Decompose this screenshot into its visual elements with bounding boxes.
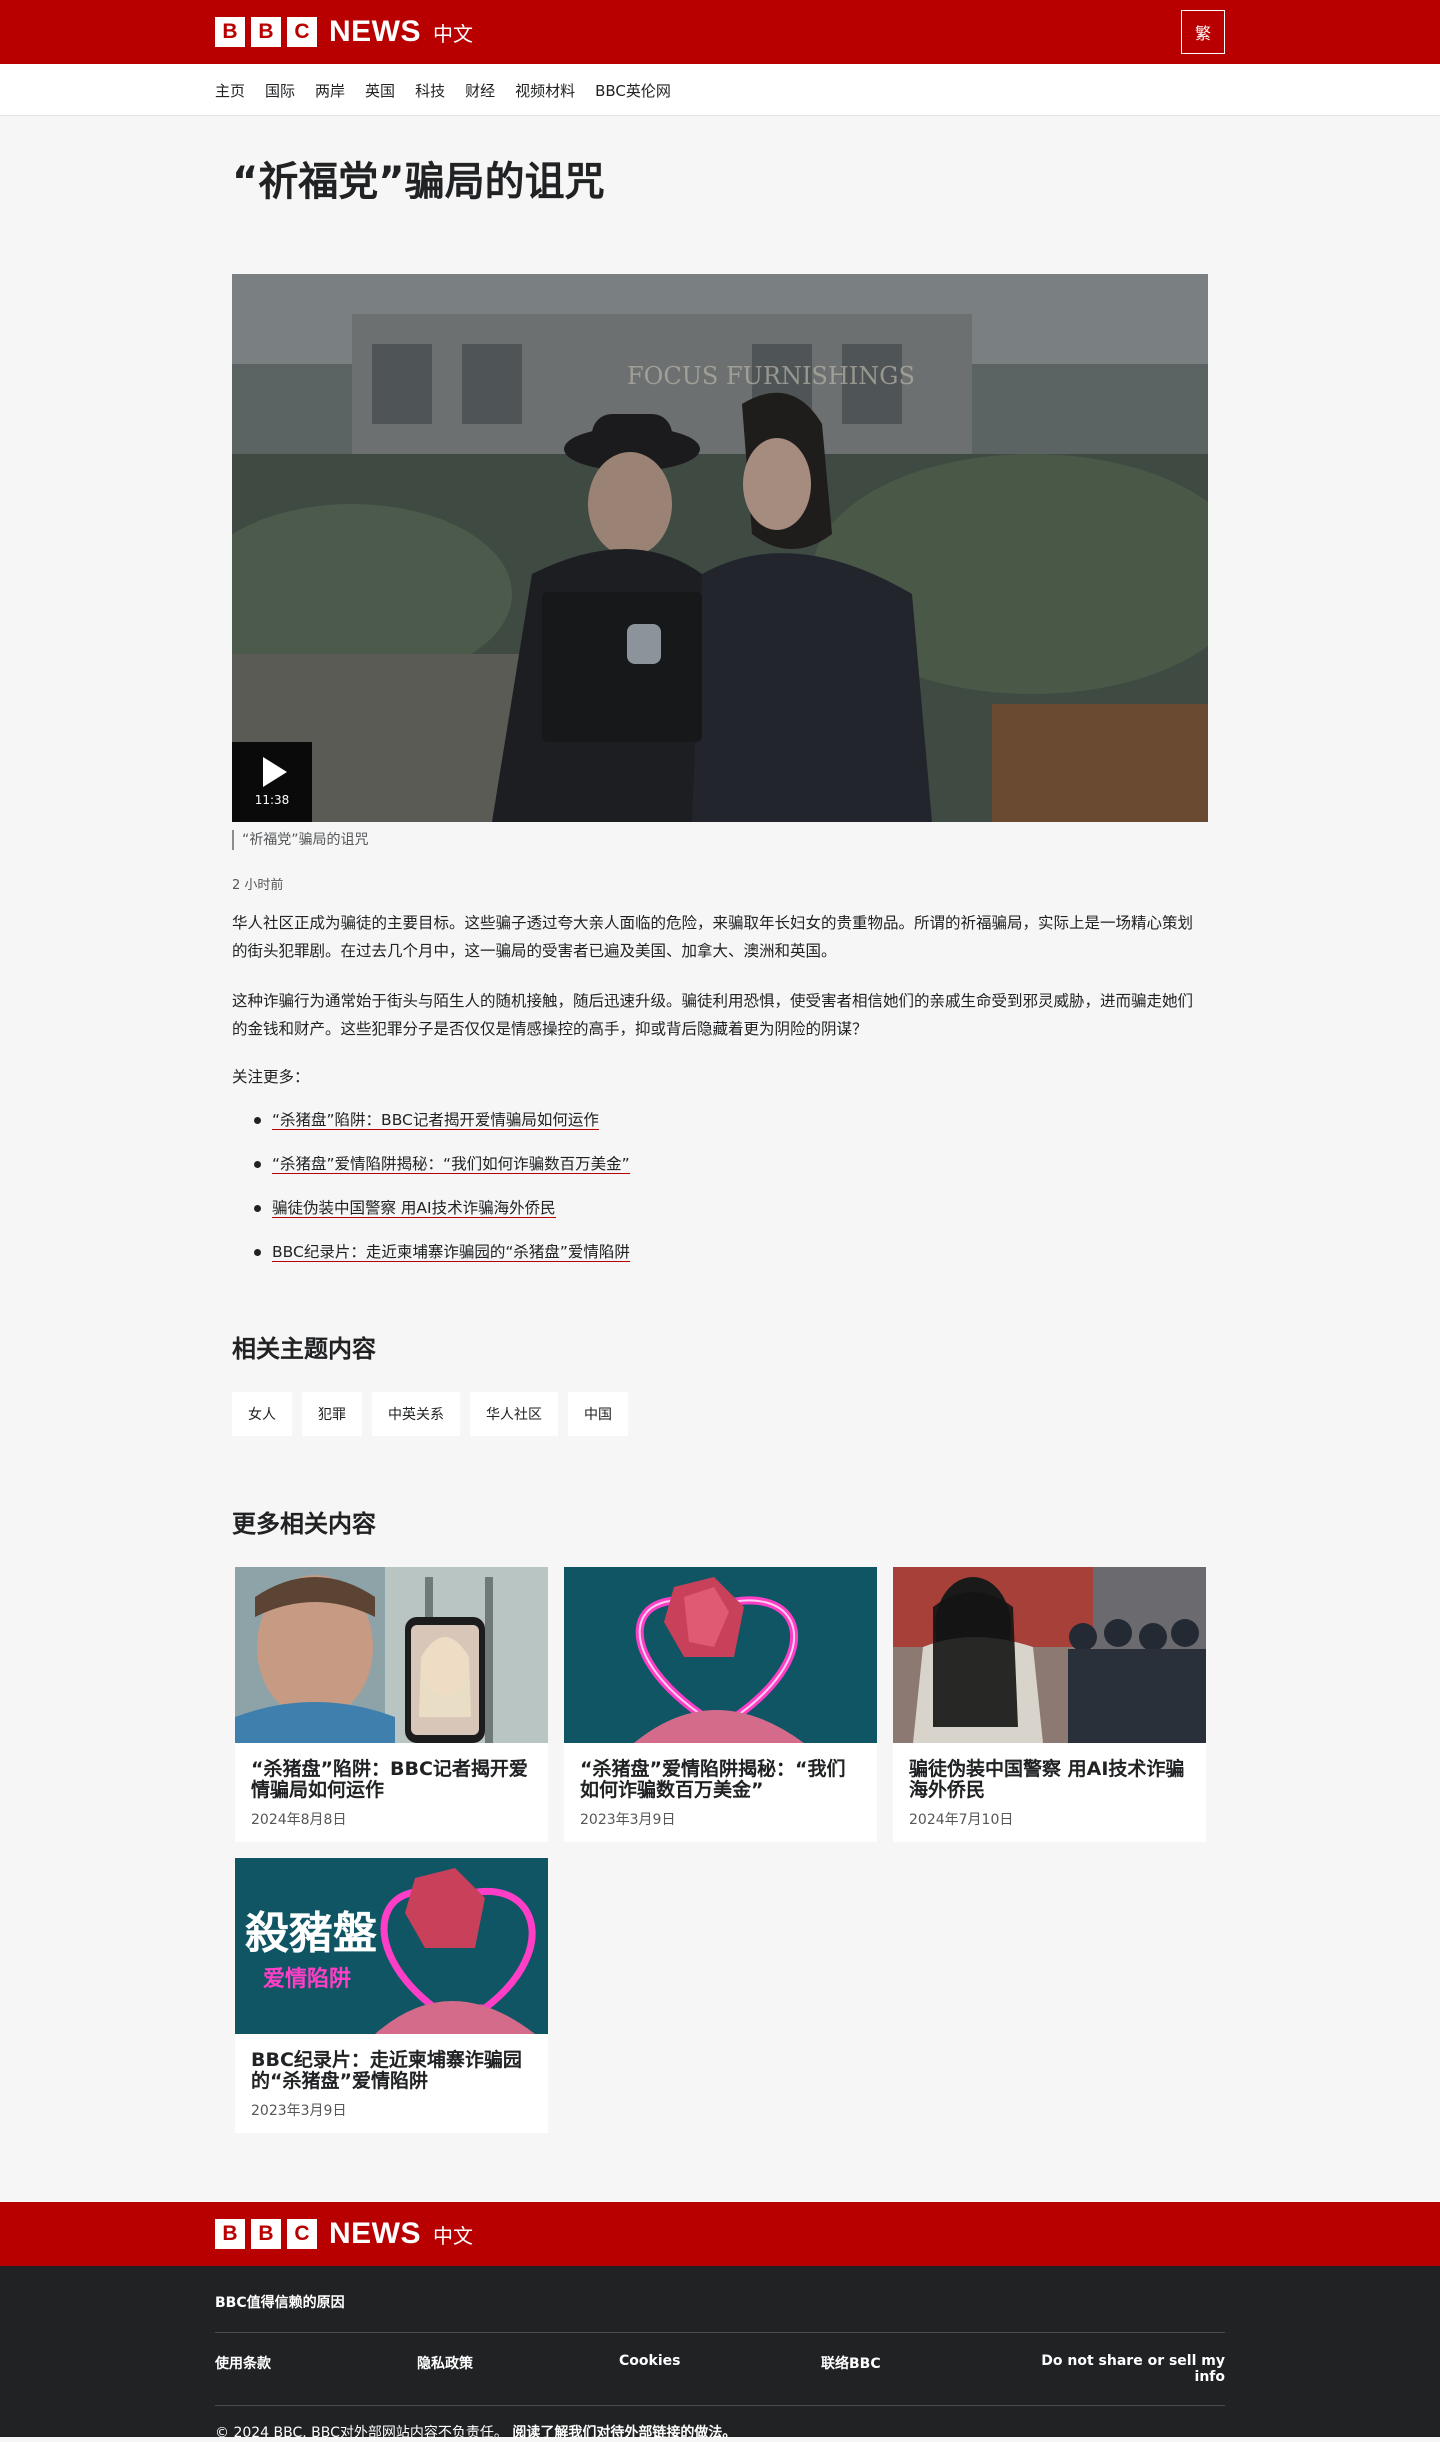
card-title: “杀猪盘”陷阱：BBC记者揭开爱情骗局如何运作 (251, 1758, 528, 1801)
footer-link-contact[interactable]: 联络BBC (821, 2353, 1023, 2385)
nav-item-tech[interactable]: 科技 (415, 80, 445, 101)
topics-list: 女人 犯罪 中英关系 华人社区 中国 (232, 1392, 1208, 1436)
related-link[interactable]: 骗徒伪装中国警察 用AI技术诈骗海外侨民 (272, 1199, 556, 1218)
video-caption: “祈福党”骗局的诅咒 (232, 830, 1208, 850)
site-header: B B C NEWS 中文 繁 主页 国际 两岸 英国 科技 财经 视频材料 B… (0, 0, 1440, 116)
main-nav: 主页 国际 两岸 英国 科技 财经 视频材料 BBC英伦网 (0, 64, 1440, 116)
card-title: BBC纪录片：走近柬埔寨诈骗园的“杀猪盘”爱情陷阱 (251, 2049, 522, 2092)
video-figure: FOCUS FURNISHINGS 11:38 “祈福党”骗局的诅咒 (232, 274, 1208, 850)
bbc-news-logo[interactable]: B B C NEWS 中文 (215, 15, 473, 49)
footer-links-area: BBC值得信赖的原因 使用条款 隐私政策 Cookies 联络BBC Do no… (0, 2266, 1440, 2441)
traditional-chinese-toggle-button[interactable]: 繁 (1181, 10, 1225, 54)
external-links-policy-link[interactable]: 阅读了解我们对待外部链接的做法。 (512, 2425, 736, 2441)
related-link[interactable]: “杀猪盘”爱情陷阱揭秘：“我们如何诈骗数百万美金” (272, 1155, 630, 1174)
card-title: “杀猪盘”爱情陷阱揭秘：“我们如何诈骗数百万美金” (580, 1758, 846, 1801)
related-link[interactable]: “杀猪盘”陷阱：BBC记者揭开爱情骗局如何运作 (272, 1111, 599, 1130)
nav-item-uk[interactable]: 英国 (365, 80, 395, 101)
card-title: 骗徒伪装中国警察 用AI技术诈骗海外侨民 (909, 1758, 1185, 1801)
topic-tag[interactable]: 中英关系 (372, 1392, 460, 1436)
related-cards-grid: “杀猪盘”陷阱：BBC记者揭开爱情骗局如何运作 2024年8月8日 “杀猪盘”爱… (235, 1567, 1208, 2133)
article-title: “祈福党”骗局的诅咒 (232, 159, 605, 205)
related-heading: 更多相关内容 (232, 1510, 376, 1538)
list-item: 骗徒伪装中国警察 用AI技术诈骗海外侨民 (254, 1197, 1208, 1219)
logo-news-text: NEWS (329, 15, 421, 48)
article-timestamp: 2 小时前 (232, 878, 284, 893)
nav-item-home[interactable]: 主页 (215, 80, 245, 101)
footer-link-privacy[interactable]: 隐私政策 (417, 2353, 619, 2385)
scene-sign-text: FOCUS FURNISHINGS (627, 362, 915, 390)
card-thumbnail (235, 1567, 548, 1743)
card-date: 2024年7月10日 (909, 1812, 1014, 1828)
nav-item-bbc-ukchina[interactable]: BBC英伦网 (595, 80, 671, 101)
related-card[interactable]: “杀猪盘”陷阱：BBC记者揭开爱情骗局如何运作 2024年8月8日 (235, 1567, 548, 1842)
article-main: “祈福党”骗局的诅咒 FOCUS FURNISHINGS 11:38 “祈福党”… (232, 116, 1208, 2133)
video-player[interactable]: FOCUS FURNISHINGS 11:38 (232, 274, 1208, 822)
list-item: BBC纪录片：走近柬埔寨诈骗园的“杀猪盘”爱情陷阱 (254, 1241, 1208, 1263)
logo-letter-b2: B (251, 17, 281, 47)
related-card[interactable]: 殺豬盤 爱情陷阱 BBC纪录片：走近柬埔寨诈骗园的“杀猪盘”爱情陷阱 2023年… (235, 1858, 548, 2133)
footer-bbc-news-logo[interactable]: B B C NEWS 中文 (215, 2217, 473, 2251)
logo-letter-b1: B (215, 2219, 245, 2249)
nav-item-world[interactable]: 国际 (265, 80, 295, 101)
topic-tag[interactable]: 中国 (568, 1392, 628, 1436)
logo-letter-b1: B (215, 17, 245, 47)
footer-trust-link[interactable]: BBC值得信赖的原因 (215, 2292, 1225, 2333)
card-thumbnail (893, 1567, 1206, 1743)
video-still-image: FOCUS FURNISHINGS (232, 274, 1208, 822)
logo-letter-c: C (287, 2219, 317, 2249)
card-thumbnail (564, 1567, 877, 1743)
list-item: “杀猪盘”陷阱：BBC记者揭开爱情骗局如何运作 (254, 1109, 1208, 1131)
logo-lang-text: 中文 (433, 21, 473, 46)
logo-letter-b2: B (251, 2219, 281, 2249)
related-card[interactable]: 骗徒伪装中国警察 用AI技术诈骗海外侨民 2024年7月10日 (893, 1567, 1206, 1842)
footer-link-do-not-sell[interactable]: Do not share or sell my info (1023, 2353, 1225, 2385)
topic-tag[interactable]: 犯罪 (302, 1392, 362, 1436)
video-play-button[interactable]: 11:38 (232, 742, 312, 822)
card-date: 2023年3月9日 (580, 1812, 676, 1828)
list-item: “杀猪盘”爱情陷阱揭秘：“我们如何诈骗数百万美金” (254, 1153, 1208, 1175)
footer-link-terms[interactable]: 使用条款 (215, 2353, 417, 2385)
nav-item-business[interactable]: 财经 (465, 80, 495, 101)
video-duration: 11:38 (254, 793, 290, 807)
logo-news-text: NEWS (329, 2217, 421, 2250)
card-date: 2023年3月9日 (251, 2103, 347, 2119)
follow-more-label: 关注更多： (232, 1068, 310, 1086)
card-thumbnail: 殺豬盤 爱情陷阱 (235, 1858, 548, 2034)
card-date: 2024年8月8日 (251, 1812, 347, 1828)
site-footer: B B C NEWS 中文 BBC值得信赖的原因 使用条款 隐私政策 Cooki… (0, 2202, 1440, 2441)
article-paragraph: 这种诈骗行为通常始于街头与陌生人的随机接触，随后迅速升级。骗徒利用恐惧，使受害者… (232, 992, 1194, 1038)
footer-brand-bar: B B C NEWS 中文 (0, 2202, 1440, 2266)
related-links-list: “杀猪盘”陷阱：BBC记者揭开爱情骗局如何运作 “杀猪盘”爱情陷阱揭秘：“我们如… (232, 1109, 1208, 1263)
card-image (235, 1567, 548, 1743)
card-image: 殺豬盤 爱情陷阱 (235, 1858, 548, 2034)
footer-links: 使用条款 隐私政策 Cookies 联络BBC Do not share or … (215, 2333, 1225, 2406)
nav-item-video[interactable]: 视频材料 (515, 80, 575, 101)
topics-heading: 相关主题内容 (232, 1335, 376, 1363)
article-paragraph: 华人社区正成为骗徒的主要目标。这些骗子透过夸大亲人面临的危险，来骗取年长妇女的贵… (232, 914, 1194, 960)
related-card[interactable]: “杀猪盘”爱情陷阱揭秘：“我们如何诈骗数百万美金” 2023年3月9日 (564, 1567, 877, 1842)
nav-item-cross-strait[interactable]: 两岸 (315, 80, 345, 101)
topic-tag[interactable]: 华人社区 (470, 1392, 558, 1436)
brand-bar: B B C NEWS 中文 繁 (0, 0, 1440, 64)
card-image (893, 1567, 1206, 1743)
related-link[interactable]: BBC纪录片：走近柬埔寨诈骗园的“杀猪盘”爱情陷阱 (272, 1243, 630, 1262)
play-icon (263, 757, 287, 787)
thumb-overlay-subtitle: 爱情陷阱 (263, 1966, 351, 1992)
logo-lang-text: 中文 (433, 2223, 473, 2248)
logo-letter-c: C (287, 17, 317, 47)
thumb-overlay-title: 殺豬盤 (245, 1908, 377, 1959)
topic-tag[interactable]: 女人 (232, 1392, 292, 1436)
article-body: 华人社区正成为骗徒的主要目标。这些骗子透过夸大亲人面临的危险，来骗取年长妇女的贵… (232, 909, 1208, 1043)
footer-link-cookies[interactable]: Cookies (619, 2353, 821, 2385)
card-image (564, 1567, 877, 1743)
copyright-text: © 2024 BBC. BBC对外部网站内容不负责任。 (215, 2425, 508, 2441)
